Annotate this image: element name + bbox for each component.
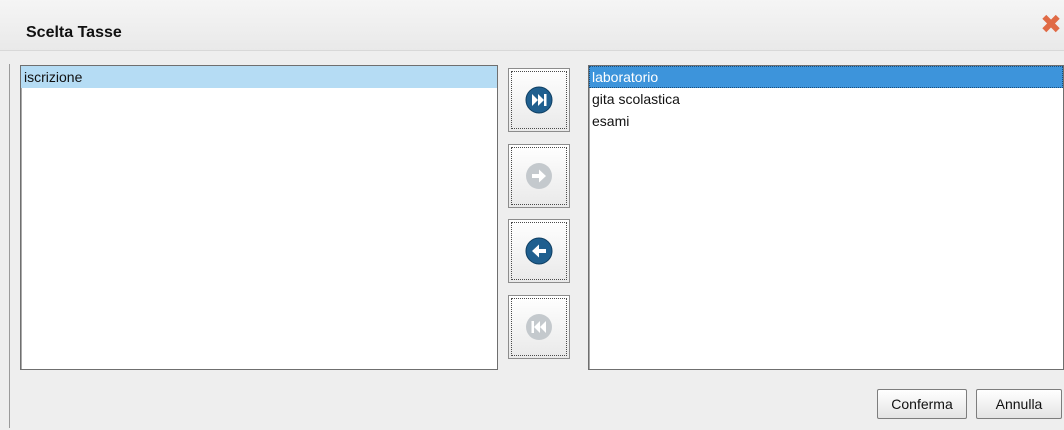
selected-taxes-list[interactable]: laboratorio gita scolastica esami (588, 65, 1064, 370)
close-icon[interactable]: ✖ (1040, 11, 1062, 37)
list-item[interactable]: esami (589, 110, 1063, 132)
move-right-button[interactable] (508, 144, 570, 208)
move-left-button[interactable] (508, 219, 570, 283)
list-item[interactable]: gita scolastica (589, 88, 1063, 110)
move-all-left-button[interactable] (508, 295, 570, 359)
move-all-right-button[interactable] (508, 68, 570, 132)
dialog-left-border (9, 64, 10, 428)
list-item[interactable]: laboratorio (589, 66, 1063, 88)
dialog-title: Scelta Tasse (26, 24, 122, 41)
move-right-icon (526, 163, 552, 189)
move-all-left-icon (526, 314, 552, 340)
list-item[interactable]: iscrizione (21, 66, 497, 88)
move-all-right-icon (525, 86, 553, 114)
dialog-titlebar: Scelta Tasse ✖ (0, 0, 1064, 51)
confirm-button[interactable]: Conferma (877, 389, 967, 419)
available-taxes-list[interactable]: iscrizione (20, 65, 498, 370)
move-left-icon (525, 237, 553, 265)
cancel-button[interactable]: Annulla (976, 389, 1062, 419)
tax-selection-dialog: Scelta Tasse ✖ iscrizione laboratorio gi… (0, 0, 1064, 430)
